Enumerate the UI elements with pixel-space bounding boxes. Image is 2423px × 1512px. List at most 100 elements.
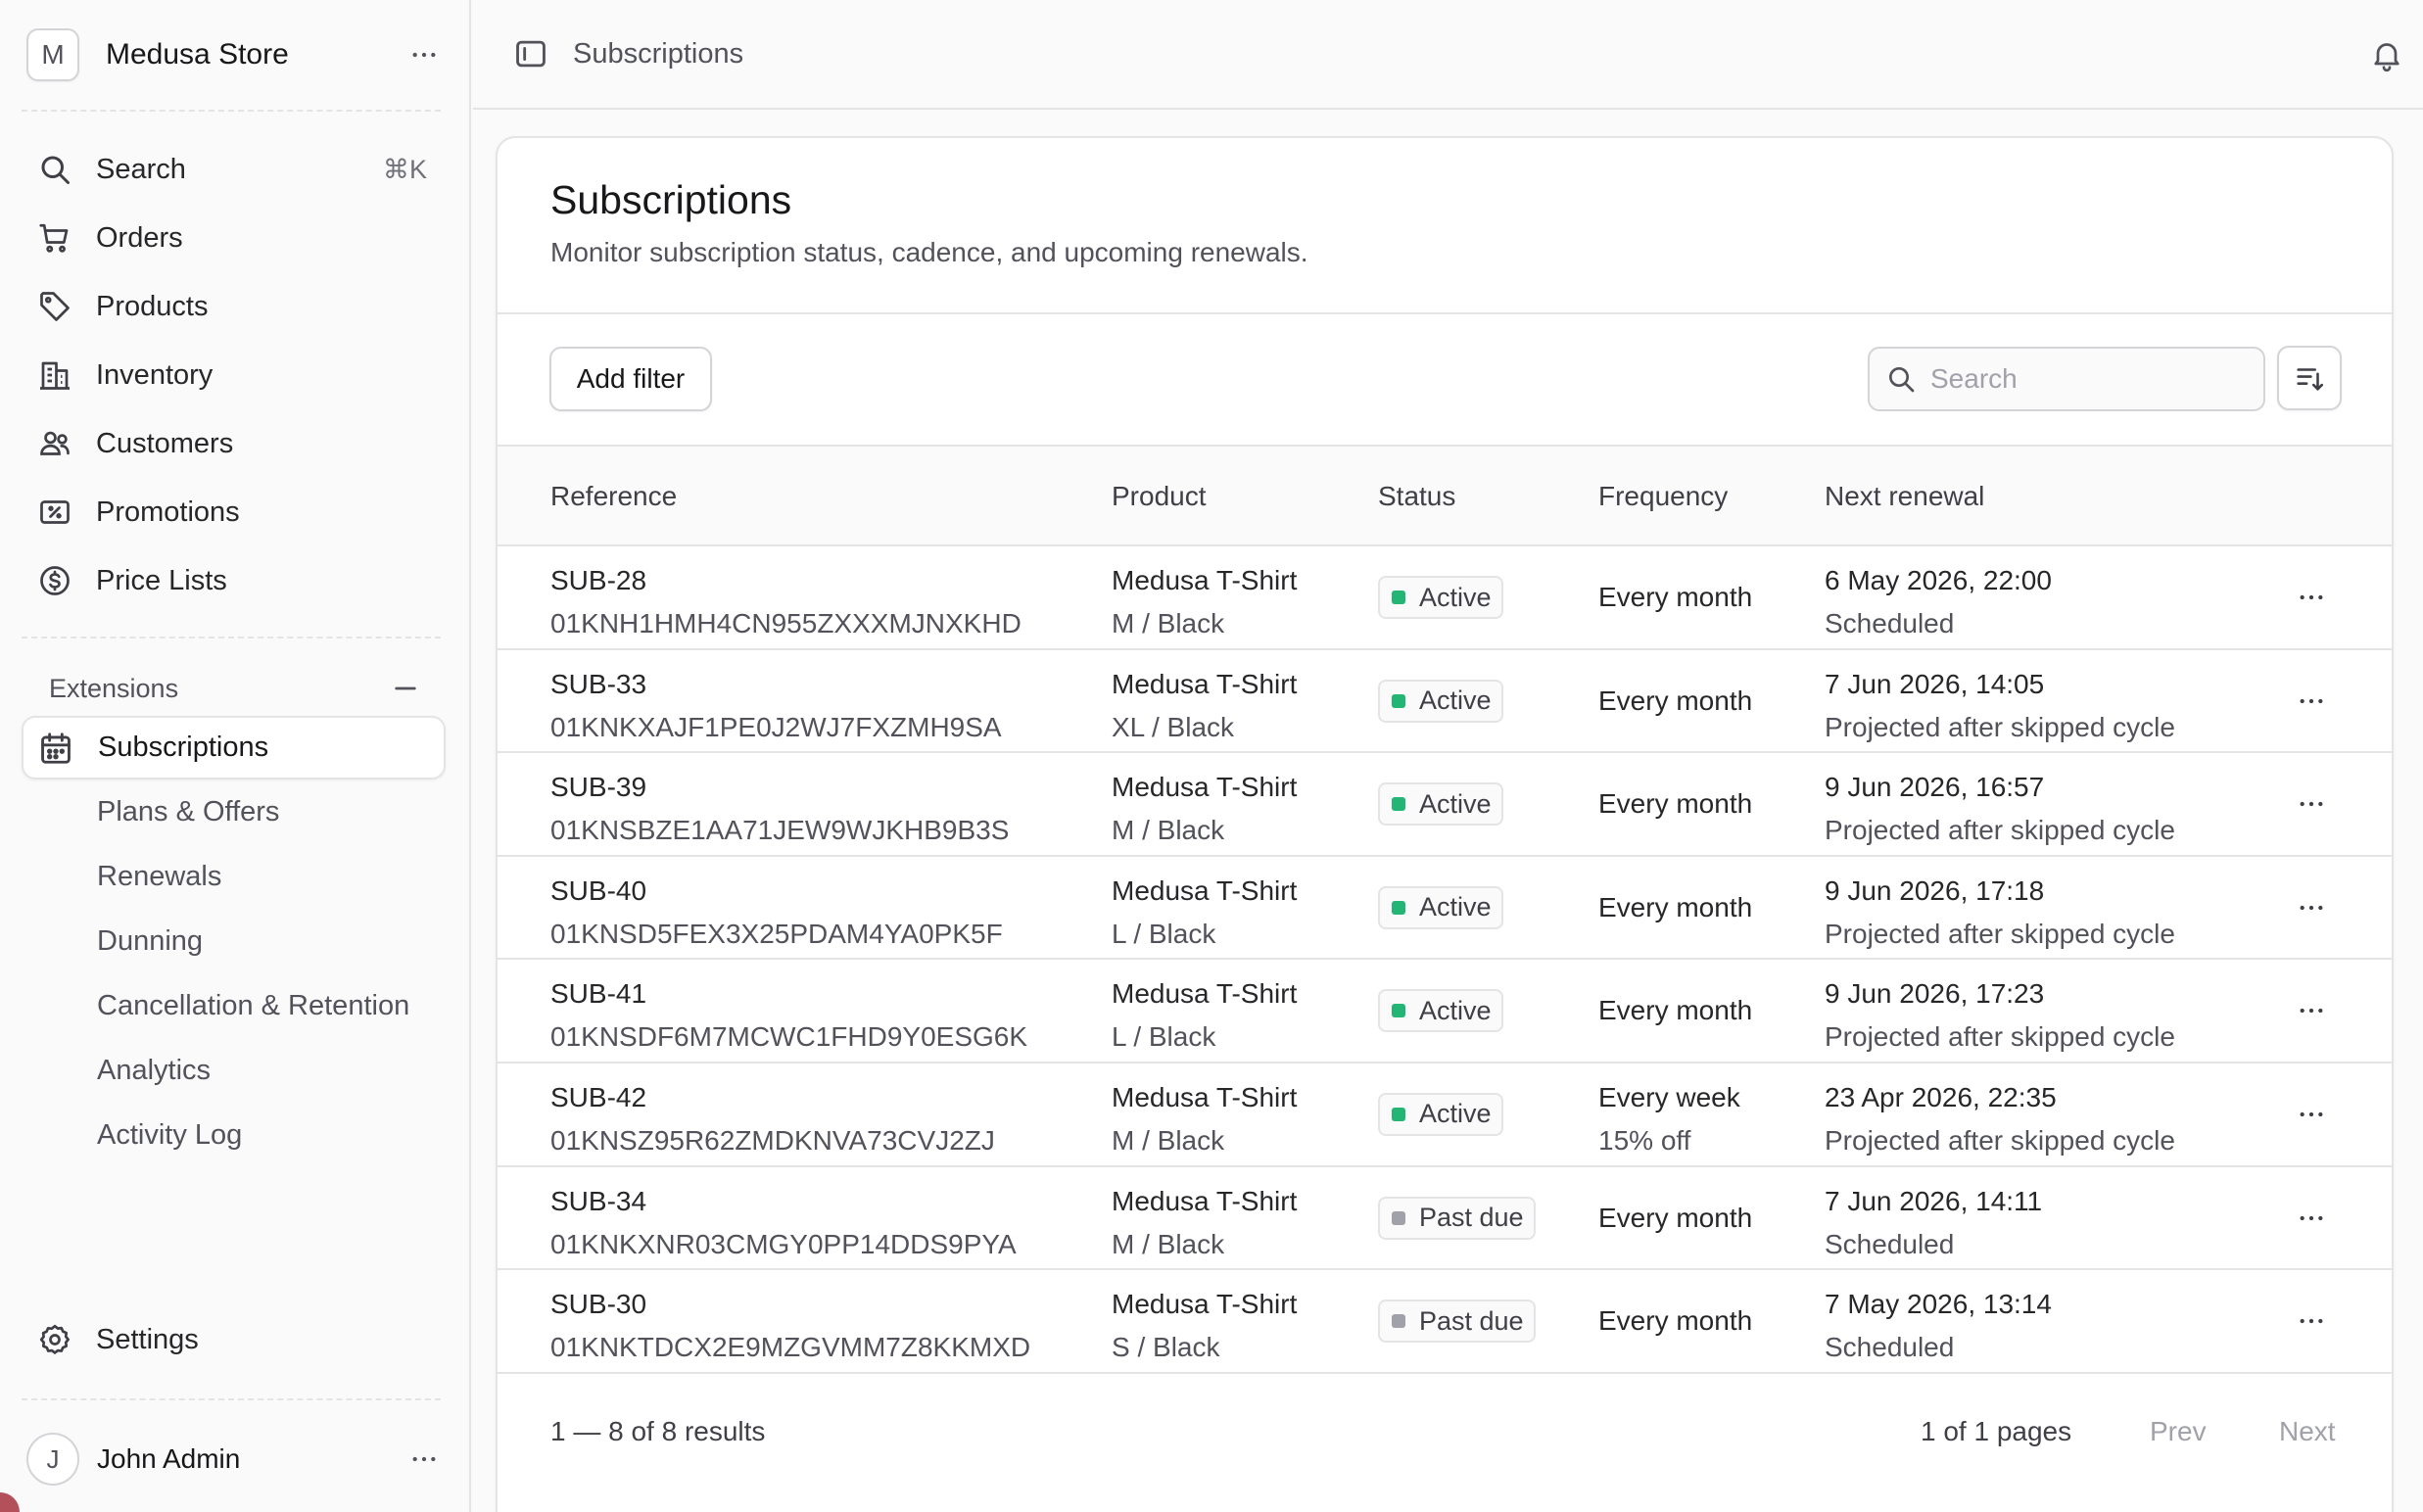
row-actions-button[interactable]: [2292, 1201, 2331, 1236]
frequency-cell: Every month: [1598, 1299, 1752, 1343]
subnav-analytics[interactable]: Analytics: [97, 1038, 409, 1103]
prev-button[interactable]: Prev: [2150, 1416, 2207, 1447]
nav-settings[interactable]: Settings: [37, 1305, 199, 1374]
row-actions-button[interactable]: [2292, 580, 2331, 615]
product-cell: Medusa T-Shirt M / Black: [1112, 1180, 1297, 1266]
next-button[interactable]: Next: [2279, 1416, 2336, 1447]
nav-price-lists[interactable]: Price Lists: [22, 546, 449, 615]
divider: [22, 637, 441, 638]
nav-inventory[interactable]: Inventory: [22, 341, 449, 409]
nav-search-label: Search: [96, 153, 186, 185]
frequency-cell: Every month: [1598, 782, 1752, 826]
reference-cell: SUB-28 01KNH1HMH4CN955ZXXXMJNXKHD: [550, 559, 1021, 645]
card-header: Subscriptions Monitor subscription statu…: [550, 177, 1308, 268]
next-renewal-date: 9 Jun 2026, 17:23: [1825, 978, 2045, 1010]
table-row[interactable]: SUB-42 01KNSZ95R62ZMDKNVA73CVJ2ZJ Medusa…: [498, 1063, 2392, 1167]
product-cell: Medusa T-Shirt L / Black: [1112, 870, 1297, 956]
subnav-cancellation-retention[interactable]: Cancellation & Retention: [97, 973, 409, 1038]
status-label: Active: [1419, 582, 1492, 612]
store-menu-button[interactable]: [401, 31, 448, 78]
next-renewal-note: Projected after skipped cycle: [1825, 1124, 2175, 1156]
table-row[interactable]: SUB-34 01KNKXNR03CMGY0PP14DDS9PYA Medusa…: [498, 1167, 2392, 1271]
next-renewal-cell: 9 Jun 2026, 17:23 Projected after skippe…: [1825, 972, 2175, 1059]
nav-settings-label: Settings: [96, 1323, 199, 1355]
frequency: Every month: [1598, 1202, 1753, 1233]
row-actions-button[interactable]: [2292, 993, 2331, 1028]
next-renewal-cell: 9 Jun 2026, 16:57 Projected after skippe…: [1825, 766, 2175, 852]
row-actions-button[interactable]: [2292, 1097, 2331, 1132]
table-row[interactable]: SUB-41 01KNSDF6M7MCWC1FHD9Y0ESG6K Medusa…: [498, 960, 2392, 1063]
next-renewal-date: 7 Jun 2026, 14:05: [1825, 668, 2045, 699]
row-actions-button[interactable]: [2292, 890, 2331, 925]
product-name: Medusa T-Shirt: [1112, 668, 1298, 699]
column-header-reference: Reference: [550, 481, 678, 511]
page-subtitle: Monitor subscription status, cadence, an…: [550, 237, 1308, 267]
add-filter-button[interactable]: Add filter: [549, 347, 712, 411]
subnav-renewals[interactable]: Renewals: [97, 844, 409, 909]
subscription-reference: SUB-33: [550, 668, 647, 699]
nav-price-lists-label: Price Lists: [96, 564, 227, 596]
product-variant: S / Black: [1112, 1332, 1220, 1363]
sort-descending-icon: [2297, 368, 2324, 391]
subnav-activity-log[interactable]: Activity Log: [97, 1103, 409, 1167]
minus-icon[interactable]: [390, 673, 421, 704]
status-dot: [1392, 1314, 1405, 1329]
table-row[interactable]: SUB-30 01KNKTDCX2E9MZGVMM7Z8KKMXD Medusa…: [498, 1270, 2392, 1374]
product-variant: M / Black: [1112, 608, 1225, 638]
nav-subscriptions[interactable]: Subscriptions: [22, 716, 446, 780]
subnav-plans-offers[interactable]: Plans & Offers: [97, 780, 409, 844]
row-actions-button[interactable]: [2292, 1303, 2331, 1339]
table-row[interactable]: SUB-40 01KNSD5FEX3X25PDAM4YA0PK5F Medusa…: [498, 857, 2392, 961]
subnav-dunning[interactable]: Dunning: [97, 909, 409, 973]
subscription-id: 01KNKXAJF1PE0J2WJ7FXZMH9SA: [550, 711, 1002, 742]
user-name: John Admin: [97, 1443, 241, 1474]
nav-promotions-label: Promotions: [96, 496, 240, 528]
table-row[interactable]: SUB-28 01KNH1HMH4CN955ZXXXMJNXKHD Medusa…: [498, 546, 2392, 650]
product-name: Medusa T-Shirt: [1112, 1081, 1298, 1112]
nav-orders[interactable]: Orders: [22, 204, 449, 272]
next-renewal-date: 23 Apr 2026, 22:35: [1825, 1081, 2057, 1112]
next-renewal-cell: 7 May 2026, 13:14 Scheduled: [1825, 1283, 2052, 1369]
subscription-reference: SUB-42: [550, 1081, 647, 1112]
row-actions-button[interactable]: [2292, 786, 2331, 822]
status-badge: Active: [1378, 885, 1503, 929]
results-count: 1 — 8 of 8 results: [550, 1416, 766, 1446]
search-input[interactable]: [1930, 363, 2244, 395]
product-name: Medusa T-Shirt: [1112, 874, 1298, 906]
sidebar-toggle-icon[interactable]: [512, 35, 549, 72]
nav-products[interactable]: Products: [22, 272, 449, 341]
product-variant: XL / Black: [1112, 711, 1235, 742]
nav-promotions[interactable]: Promotions: [22, 478, 449, 546]
next-renewal-note: Projected after skipped cycle: [1825, 815, 2175, 846]
sidebar: M Medusa Store Search ⌘K Orders Products…: [0, 0, 471, 1512]
subscriptions-card: Subscriptions Monitor subscription statu…: [496, 136, 2394, 1512]
subscription-id: 01KNSD5FEX3X25PDAM4YA0PK5F: [550, 918, 1003, 949]
extensions-header[interactable]: Extensions: [49, 666, 421, 711]
nav-customers[interactable]: Customers: [22, 409, 449, 478]
next-renewal-note: Scheduled: [1825, 1228, 1955, 1259]
breadcrumb[interactable]: Subscriptions: [573, 38, 743, 71]
user-menu-button[interactable]: [401, 1436, 448, 1483]
store-switcher[interactable]: M Medusa Store: [26, 26, 448, 82]
next-renewal-note: Scheduled: [1825, 608, 1955, 638]
row-actions-button[interactable]: [2292, 684, 2331, 719]
product-cell: Medusa T-Shirt L / Black: [1112, 972, 1297, 1059]
frequency: Every month: [1598, 891, 1753, 922]
nav-search[interactable]: Search ⌘K: [22, 135, 449, 204]
bell-icon[interactable]: [2369, 36, 2404, 73]
status-badge: Past due: [1378, 1299, 1536, 1344]
status-label: Active: [1419, 995, 1492, 1025]
status-dot: [1392, 900, 1405, 915]
sort-button[interactable]: [2277, 346, 2342, 410]
status-label: Active: [1419, 788, 1492, 819]
status-badge: Active: [1378, 1092, 1503, 1136]
divider: [498, 312, 2392, 314]
product-name: Medusa T-Shirt: [1112, 565, 1298, 595]
product-name: Medusa T-Shirt: [1112, 772, 1298, 803]
table-row[interactable]: SUB-33 01KNKXAJF1PE0J2WJ7FXZMH9SA Medusa…: [498, 650, 2392, 754]
more-horizontal-icon: [2300, 1319, 2323, 1324]
table-row[interactable]: SUB-39 01KNSBZE1AA71JEW9WJKHB9B3S Medusa…: [498, 753, 2392, 857]
user-menu[interactable]: J John Admin: [26, 1432, 448, 1487]
search-field[interactable]: [1868, 347, 2265, 411]
gear-icon: [39, 1324, 70, 1354]
